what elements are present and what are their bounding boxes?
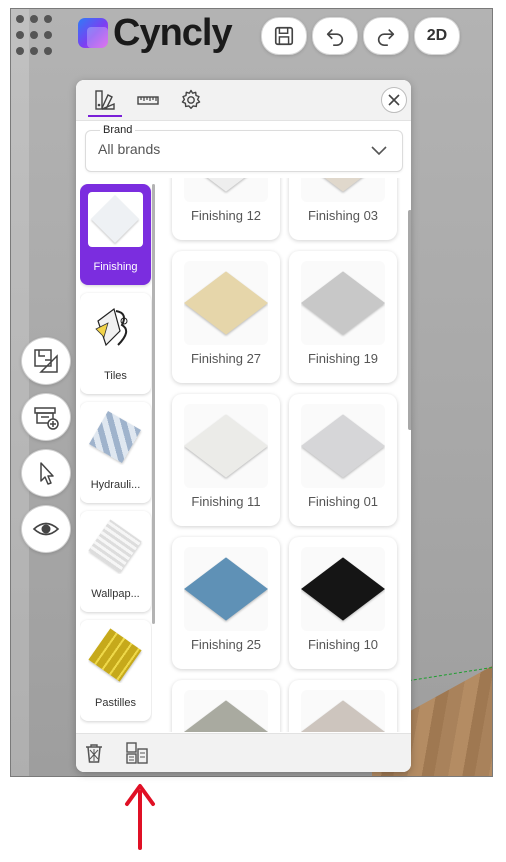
- finish-swatch: [184, 414, 268, 478]
- finish-label: Finishing 10: [307, 637, 379, 652]
- finish-card[interactable]: Finishing 03: [289, 178, 397, 240]
- floorplan-button[interactable]: [21, 337, 71, 385]
- panel-footer: [76, 733, 411, 772]
- finish-card[interactable]: Finishing 25: [172, 537, 280, 669]
- category-label: Tiles: [104, 370, 127, 382]
- finish-card[interactable]: Finishing 11: [172, 394, 280, 526]
- tab-measure[interactable]: [131, 85, 165, 115]
- ruler-icon: [137, 96, 159, 105]
- finish-label: Finishing 12: [190, 208, 262, 223]
- finish-swatch: [301, 414, 385, 478]
- annotation-arrow-icon: [125, 784, 155, 850]
- redo-button[interactable]: [363, 17, 409, 55]
- category-label: Hydrauli...: [90, 479, 141, 491]
- catalog-layout-icon: [126, 742, 148, 764]
- tab-materials[interactable]: [88, 85, 122, 117]
- category-wallpaper[interactable]: Wallpap...: [80, 511, 151, 612]
- save-icon: [274, 26, 294, 46]
- finishes-grid: Finishing 12 Finishing 03 Finishing 27 F…: [160, 178, 404, 732]
- category-thumb: [88, 519, 143, 574]
- finish-thumb: [301, 178, 385, 202]
- materials-panel: Brand All brands Finishing Tiles Hydraul…: [76, 80, 411, 772]
- finish-thumb: [301, 547, 385, 631]
- finish-card[interactable]: Finishing 19: [289, 251, 397, 383]
- finish-thumb: [301, 261, 385, 345]
- visibility-button[interactable]: [21, 505, 71, 553]
- finish-label: Finishing 11: [191, 494, 261, 509]
- trash-icon: [86, 744, 102, 763]
- category-label: Wallpap...: [91, 588, 140, 600]
- finish-card[interactable]: Finishing 27: [172, 251, 280, 383]
- finish-swatch: [184, 700, 268, 732]
- finish-swatch: [301, 557, 385, 621]
- floorplan-icon: [34, 349, 58, 373]
- cursor-icon: [40, 462, 54, 485]
- logo-text: Cyncly: [113, 12, 233, 54]
- finish-thumb: [184, 404, 268, 488]
- finish-label: Finishing 27: [190, 351, 262, 366]
- logo-mark-icon: [78, 18, 108, 48]
- delete-button[interactable]: [81, 740, 107, 766]
- category-label: Pastilles: [95, 697, 136, 709]
- finish-card[interactable]: Finishing 01: [289, 394, 397, 526]
- category-pastilles[interactable]: Pastilles: [80, 620, 151, 721]
- finish-swatch: [301, 700, 385, 732]
- apps-grid-icon[interactable]: [16, 15, 58, 57]
- catalog-layout-button[interactable]: [124, 740, 150, 766]
- undo-button[interactable]: [312, 17, 358, 55]
- brand-label: Brand: [100, 123, 136, 137]
- finish-card[interactable]: Finishing 12: [172, 178, 280, 240]
- finish-swatch: [184, 557, 268, 621]
- finish-card[interactable]: [172, 680, 280, 732]
- save-button[interactable]: [261, 17, 307, 55]
- undo-icon: [326, 28, 344, 46]
- category-thumb: [88, 628, 143, 683]
- finish-card[interactable]: [289, 680, 397, 732]
- finish-thumb: [184, 261, 268, 345]
- close-icon: [388, 94, 400, 106]
- category-thumb: [88, 301, 143, 356]
- eye-icon: [32, 522, 60, 536]
- finish-thumb: [184, 547, 268, 631]
- finish-label: Finishing 25: [190, 637, 262, 652]
- finish-swatch: [301, 178, 385, 192]
- category-tiles[interactable]: Tiles: [80, 293, 151, 394]
- palette-icon: [95, 90, 115, 110]
- view-2d-button[interactable]: 2D: [414, 17, 460, 55]
- finish-label: Finishing 01: [307, 494, 379, 509]
- wall-shade: [11, 9, 29, 776]
- finish-thumb: [301, 690, 385, 732]
- category-thumb: [88, 410, 143, 465]
- finish-swatch: [184, 178, 268, 192]
- panel-tabs: [76, 80, 411, 121]
- gear-icon: [181, 89, 201, 109]
- finish-label: Finishing 19: [307, 351, 379, 366]
- category-list: Finishing Tiles Hydrauli... Wallpap... P…: [80, 184, 152, 732]
- finishes-scrollbar[interactable]: [408, 210, 411, 430]
- chevron-down-icon: [371, 146, 387, 156]
- logo: Cyncly: [78, 12, 233, 54]
- category-hydraulic[interactable]: Hydrauli...: [80, 402, 151, 503]
- brand-value: All brands: [98, 141, 161, 157]
- finish-thumb: [184, 178, 268, 202]
- add-furniture-button[interactable]: [21, 393, 71, 441]
- category-label: Finishing: [93, 261, 138, 273]
- category-finishing[interactable]: Finishing: [80, 184, 151, 285]
- select-tool-button[interactable]: [21, 449, 71, 497]
- finish-label: Finishing 03: [307, 208, 379, 223]
- brand-select[interactable]: Brand All brands: [85, 123, 403, 172]
- finish-thumb: [301, 404, 385, 488]
- finish-card[interactable]: Finishing 10: [289, 537, 397, 669]
- finish-thumb: [184, 690, 268, 732]
- category-scrollbar[interactable]: [152, 184, 155, 624]
- finish-swatch: [301, 271, 385, 335]
- category-thumb: [88, 192, 143, 247]
- tab-settings[interactable]: [174, 85, 208, 115]
- finish-swatch: [184, 271, 268, 335]
- furniture-add-icon: [34, 407, 59, 430]
- close-panel-button[interactable]: [381, 87, 407, 113]
- redo-icon: [377, 28, 395, 46]
